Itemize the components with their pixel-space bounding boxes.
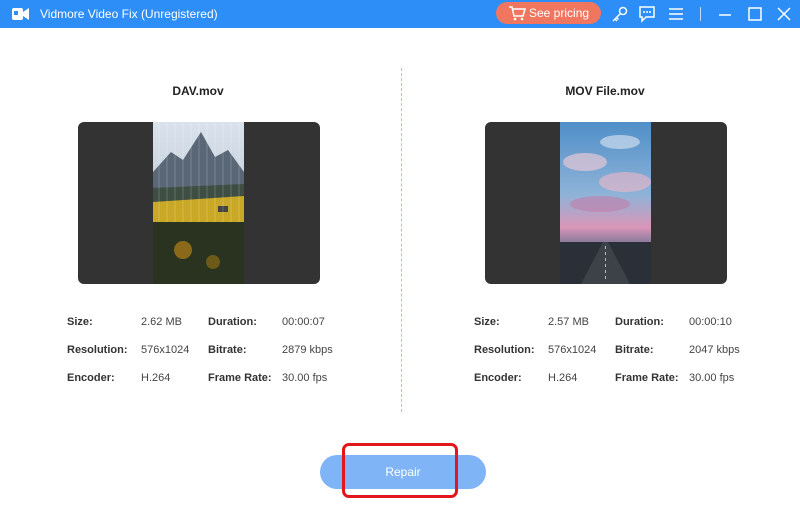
app-logo-icon: [12, 8, 29, 20]
right-duration-value: 00:00:10: [689, 316, 732, 328]
close-icon[interactable]: [774, 4, 794, 24]
menu-icon[interactable]: [666, 4, 686, 24]
right-video-preview[interactable]: [485, 122, 727, 284]
right-encoder-label: Encoder:: [474, 372, 522, 384]
right-file-name: MOV File.mov: [565, 84, 645, 98]
left-bitrate-label: Bitrate:: [208, 344, 247, 356]
left-duration-label: Duration:: [208, 316, 257, 328]
left-resolution-label: Resolution:: [67, 344, 128, 356]
key-icon[interactable]: [610, 4, 630, 24]
window-title: Vidmore Video Fix (Unregistered): [40, 7, 218, 21]
right-bitrate-value: 2047 kbps: [689, 344, 740, 356]
panel-divider: [401, 68, 402, 412]
right-framerate-value: 30.00 fps: [689, 372, 735, 384]
left-video-preview[interactable]: [78, 122, 320, 284]
right-bitrate-label: Bitrate:: [615, 344, 654, 356]
right-size-value: 2.57 MB: [548, 316, 589, 328]
left-video-thumbnail: [153, 122, 244, 284]
right-resolution-label: Resolution:: [474, 344, 535, 356]
toolbar-separator: [700, 7, 701, 21]
see-pricing-button[interactable]: See pricing: [496, 2, 601, 24]
left-file-name: DAV.mov: [172, 84, 224, 98]
see-pricing-label: See pricing: [529, 6, 590, 20]
left-bitrate-value: 2879 kbps: [282, 344, 333, 356]
feedback-icon[interactable]: [637, 4, 657, 24]
minimize-icon[interactable]: [715, 4, 735, 24]
left-framerate-label: Frame Rate:: [208, 372, 272, 384]
highlight-box: [342, 443, 458, 498]
right-size-label: Size:: [474, 316, 500, 328]
left-size-label: Size:: [67, 316, 93, 328]
right-resolution-value: 576x1024: [548, 344, 597, 356]
right-duration-label: Duration:: [615, 316, 664, 328]
maximize-icon[interactable]: [745, 4, 765, 24]
left-size-value: 2.62 MB: [141, 316, 182, 328]
cart-icon: [509, 6, 526, 21]
left-framerate-value: 30.00 fps: [282, 372, 328, 384]
left-encoder-value: H.264: [141, 372, 171, 384]
right-encoder-value: H.264: [548, 372, 578, 384]
right-framerate-label: Frame Rate:: [615, 372, 679, 384]
left-duration-value: 00:00:07: [282, 316, 325, 328]
left-encoder-label: Encoder:: [67, 372, 115, 384]
title-bar: Vidmore Video Fix (Unregistered) See pri…: [0, 0, 800, 28]
left-resolution-value: 576x1024: [141, 344, 190, 356]
right-video-thumbnail: [560, 122, 651, 284]
